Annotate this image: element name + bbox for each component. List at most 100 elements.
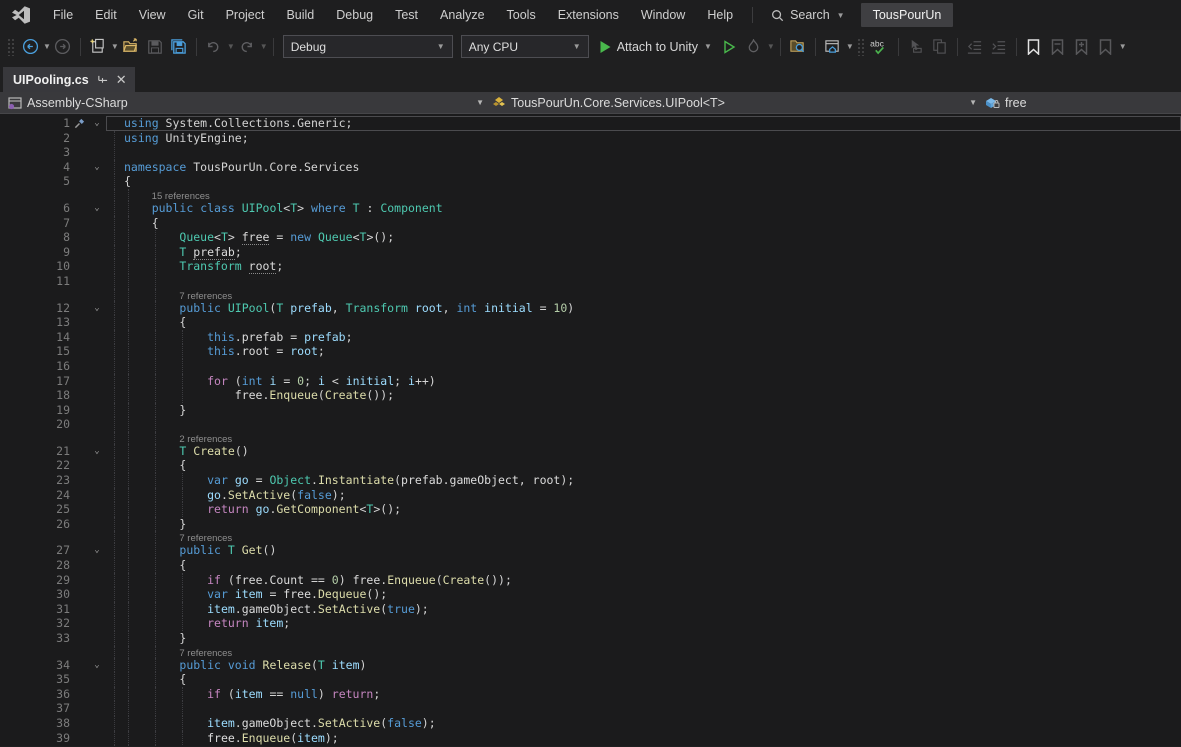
increase-indent-button[interactable]: [987, 35, 1011, 59]
start-without-debugging-button[interactable]: [718, 35, 742, 59]
tab-uipooling[interactable]: UIPooling.cs ✕: [3, 67, 135, 92]
line-number[interactable]: 34: [0, 658, 70, 673]
code-line[interactable]: 30 var item = free.Dequeue();: [0, 587, 1181, 602]
solution-platform-combo[interactable]: Any CPU ▼: [461, 35, 589, 58]
code-line[interactable]: 10 Transform root;: [0, 259, 1181, 274]
line-number[interactable]: 39: [0, 731, 70, 746]
code-line[interactable]: 7 {: [0, 216, 1181, 231]
line-number[interactable]: 30: [0, 587, 70, 602]
menu-help[interactable]: Help: [696, 2, 744, 28]
line-number[interactable]: 7: [0, 216, 70, 231]
code-line[interactable]: 20: [0, 417, 1181, 432]
new-project-button[interactable]: [86, 35, 110, 59]
code-line[interactable]: 34⌄ public void Release(T item): [0, 658, 1181, 673]
undo-button[interactable]: [202, 35, 226, 59]
code-line[interactable]: 1⌄using System.Collections.Generic;: [0, 116, 1181, 131]
code-line[interactable]: 16: [0, 359, 1181, 374]
code-line[interactable]: 27⌄ public T Get(): [0, 543, 1181, 558]
line-number[interactable]: 10: [0, 259, 70, 274]
fold-chevron-icon[interactable]: ⌄: [88, 116, 106, 131]
menu-project[interactable]: Project: [215, 2, 276, 28]
toolbar-grip[interactable]: [7, 38, 15, 56]
code-line[interactable]: 9 T prefab;: [0, 245, 1181, 260]
project-dropdown[interactable]: Assembly-CSharp ▼: [0, 92, 492, 113]
line-number[interactable]: 32: [0, 616, 70, 631]
new-project-dropdown[interactable]: ▼: [111, 42, 119, 51]
toolbar-grip[interactable]: [857, 38, 865, 56]
line-number[interactable]: 28: [0, 558, 70, 573]
code-editor[interactable]: 1⌄using System.Collections.Generic;2usin…: [0, 114, 1181, 746]
pin-icon[interactable]: [97, 74, 108, 85]
line-number[interactable]: 22: [0, 458, 70, 473]
fold-chevron-icon[interactable]: ⌄: [88, 444, 106, 459]
quick-actions-screwdriver-icon[interactable]: [74, 118, 85, 129]
open-file-button[interactable]: [119, 35, 143, 59]
code-line[interactable]: 2using UnityEngine;: [0, 131, 1181, 146]
code-line[interactable]: 13 {: [0, 315, 1181, 330]
menu-git[interactable]: Git: [177, 2, 215, 28]
code-line[interactable]: 19 }: [0, 403, 1181, 418]
line-number[interactable]: 4: [0, 160, 70, 175]
previous-bookmark-button[interactable]: [1046, 35, 1070, 59]
menu-file[interactable]: File: [42, 2, 84, 28]
save-button[interactable]: [143, 35, 167, 59]
next-bookmark-button[interactable]: [1070, 35, 1094, 59]
decrease-indent-button[interactable]: [963, 35, 987, 59]
menu-test[interactable]: Test: [384, 2, 429, 28]
line-number[interactable]: 36: [0, 687, 70, 702]
code-line[interactable]: 21⌄ T Create(): [0, 444, 1181, 459]
line-number[interactable]: 16: [0, 359, 70, 374]
code-line[interactable]: 38 item.gameObject.SetActive(false);: [0, 716, 1181, 731]
code-line[interactable]: 23 var go = Object.Instantiate(prefab.ga…: [0, 473, 1181, 488]
code-line[interactable]: 11: [0, 274, 1181, 289]
code-line[interactable]: 35 {: [0, 672, 1181, 687]
line-number[interactable]: 17: [0, 374, 70, 389]
line-number[interactable]: 33: [0, 631, 70, 646]
navigate-back-button[interactable]: [18, 35, 42, 59]
code-line[interactable]: 15 this.root = root;: [0, 344, 1181, 359]
code-line[interactable]: 29 if (free.Count == 0) free.Enqueue(Cre…: [0, 573, 1181, 588]
menu-tools[interactable]: Tools: [496, 2, 547, 28]
line-number[interactable]: 27: [0, 543, 70, 558]
attach-to-unity-button[interactable]: Attach to Unity ▼: [593, 40, 718, 54]
line-number[interactable]: 6: [0, 201, 70, 216]
line-number[interactable]: 35: [0, 672, 70, 687]
line-number[interactable]: 38: [0, 716, 70, 731]
code-line[interactable]: 8 Queue<T> free = new Queue<T>();: [0, 230, 1181, 245]
line-number[interactable]: 1: [0, 116, 70, 131]
code-line[interactable]: 3: [0, 145, 1181, 160]
line-number[interactable]: 3: [0, 145, 70, 160]
solution-configuration-combo[interactable]: Debug ▼: [283, 35, 453, 58]
code-line[interactable]: 32 return item;: [0, 616, 1181, 631]
line-number[interactable]: 37: [0, 701, 70, 716]
search-control[interactable]: Search ▼: [761, 3, 855, 27]
code-line[interactable]: 31 item.gameObject.SetActive(true);: [0, 602, 1181, 617]
code-line[interactable]: 28 {: [0, 558, 1181, 573]
code-line[interactable]: 4⌄namespace TousPourUn.Core.Services: [0, 160, 1181, 175]
fold-chevron-icon[interactable]: ⌄: [88, 658, 106, 673]
line-number[interactable]: 14: [0, 330, 70, 345]
toggle-bookmark-button[interactable]: [1022, 35, 1046, 59]
code-line[interactable]: 39 free.Enqueue(item);: [0, 731, 1181, 746]
line-number[interactable]: 15: [0, 344, 70, 359]
code-line[interactable]: 18 free.Enqueue(Create());: [0, 388, 1181, 403]
menu-extensions[interactable]: Extensions: [547, 2, 630, 28]
line-number[interactable]: 26: [0, 517, 70, 532]
code-line[interactable]: 22 {: [0, 458, 1181, 473]
line-number[interactable]: 24: [0, 488, 70, 503]
hot-reload-button[interactable]: [742, 35, 766, 59]
find-in-files-button[interactable]: [786, 35, 810, 59]
code-line[interactable]: 17 for (int i = 0; i < initial; i++): [0, 374, 1181, 389]
line-number[interactable]: 11: [0, 274, 70, 289]
code-line[interactable]: 24 go.SetActive(false);: [0, 488, 1181, 503]
code-line[interactable]: 6⌄ public class UIPool<T> where T : Comp…: [0, 201, 1181, 216]
fold-chevron-icon[interactable]: ⌄: [88, 201, 106, 216]
line-number[interactable]: 23: [0, 473, 70, 488]
navigate-back-dropdown[interactable]: ▼: [43, 42, 51, 51]
line-number[interactable]: 19: [0, 403, 70, 418]
type-dropdown[interactable]: TousPourUn.Core.Services.UIPool<T> ▼: [492, 92, 985, 113]
line-number[interactable]: 21: [0, 444, 70, 459]
line-number[interactable]: 20: [0, 417, 70, 432]
browser-link-button[interactable]: [821, 35, 845, 59]
code-line[interactable]: 5{: [0, 174, 1181, 189]
